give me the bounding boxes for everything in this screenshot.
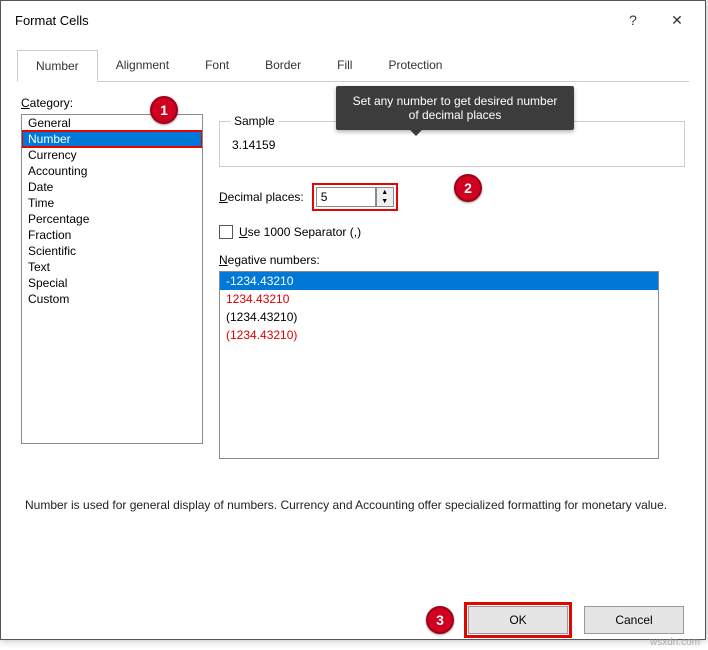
category-item-number[interactable]: Number <box>22 131 202 147</box>
annotation-badge-2: 2 <box>454 174 482 202</box>
negative-format-item[interactable]: 1234.43210 <box>220 290 658 308</box>
sample-legend: Sample <box>230 114 279 128</box>
decimal-places-label: Decimal places: <box>219 190 304 204</box>
category-item-scientific[interactable]: Scientific <box>22 243 202 259</box>
dialog-title: Format Cells <box>15 13 611 28</box>
category-item-accounting[interactable]: Accounting <box>22 163 202 179</box>
tab-font[interactable]: Font <box>187 50 247 82</box>
category-item-percentage[interactable]: Percentage <box>22 211 202 227</box>
tab-number[interactable]: Number <box>17 50 98 82</box>
tab-border[interactable]: Border <box>247 50 319 82</box>
dialog-actions: OK Cancel <box>468 606 684 634</box>
category-item-fraction[interactable]: Fraction <box>22 227 202 243</box>
tabs: Number Alignment Font Border Fill Protec… <box>17 39 689 82</box>
number-options-pane: Sample 3.14159 Decimal places: ▲ ▼ <box>219 114 685 459</box>
negative-format-item[interactable]: (1234.43210) <box>220 326 658 344</box>
cancel-button[interactable]: Cancel <box>584 606 684 634</box>
negative-format-item[interactable]: (1234.43210) <box>220 308 658 326</box>
watermark: wsxdn.com <box>650 637 700 648</box>
dialog-body: Category: GeneralNumberCurrencyAccountin… <box>1 82 705 528</box>
decimal-places-row: Decimal places: ▲ ▼ <box>219 183 685 211</box>
spinner-buttons: ▲ ▼ <box>376 187 394 207</box>
decimal-places-input[interactable] <box>316 187 376 207</box>
tab-protection[interactable]: Protection <box>370 50 460 82</box>
category-item-custom[interactable]: Custom <box>22 291 202 307</box>
category-item-currency[interactable]: Currency <box>22 147 202 163</box>
annotation-badge-1: 1 <box>150 96 178 124</box>
close-button[interactable]: ✕ <box>655 5 699 35</box>
spinner-up-button[interactable]: ▲ <box>377 188 393 197</box>
ok-button[interactable]: OK <box>468 606 568 634</box>
category-item-time[interactable]: Time <box>22 195 202 211</box>
thousands-separator-checkbox[interactable] <box>219 225 233 239</box>
tab-fill[interactable]: Fill <box>319 50 370 82</box>
negative-numbers-label: Negative numbers: <box>219 253 685 267</box>
annotation-badge-3: 3 <box>426 606 454 634</box>
negative-format-item[interactable]: -1234.43210 <box>220 272 658 290</box>
negative-numbers-list[interactable]: -1234.432101234.43210(1234.43210)(1234.4… <box>219 271 659 459</box>
titlebar: Format Cells ? ✕ <box>1 1 705 39</box>
category-item-special[interactable]: Special <box>22 275 202 291</box>
annotation-tooltip: Set any number to get desired number of … <box>336 86 574 130</box>
help-button[interactable]: ? <box>611 5 655 35</box>
category-item-date[interactable]: Date <box>22 179 202 195</box>
category-list[interactable]: GeneralNumberCurrencyAccountingDateTimeP… <box>21 114 203 444</box>
category-item-text[interactable]: Text <box>22 259 202 275</box>
tab-alignment[interactable]: Alignment <box>98 50 187 82</box>
thousands-separator-row: Use 1000 Separator (,) <box>219 225 685 239</box>
thousands-separator-label: Use 1000 Separator (,) <box>239 225 361 239</box>
category-description: Number is used for general display of nu… <box>21 497 685 514</box>
spinner-down-button[interactable]: ▼ <box>377 197 393 206</box>
sample-value: 3.14159 <box>230 134 674 156</box>
decimal-places-spinner: ▲ ▼ <box>312 183 398 211</box>
